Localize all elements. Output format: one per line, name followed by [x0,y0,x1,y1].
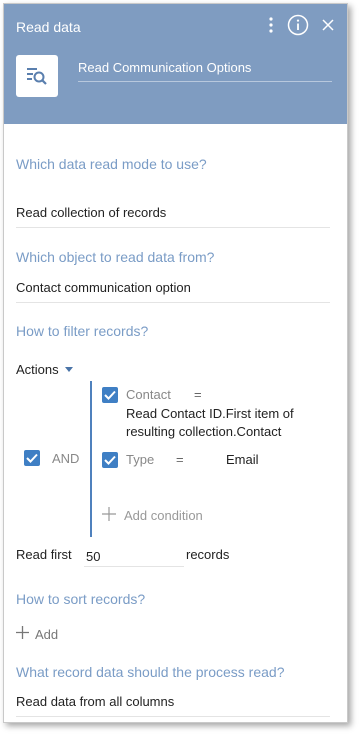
plus-icon [102,507,116,524]
add-sort-label: Add [35,626,59,642]
read-mode-field[interactable]: Read collection of records [16,205,330,228]
read-first-label: Read first [16,547,72,562]
filter-group-line [90,381,92,537]
element-name-field[interactable]: Read Communication Options [78,60,332,82]
columns-question: What record data should the process read… [16,664,285,680]
add-condition-button[interactable]: Add condition [102,507,203,524]
panel-title: Read data [16,19,81,35]
actions-label: Actions [16,362,59,377]
condition-operator[interactable]: = [176,452,184,467]
filter-group-and: AND [24,450,79,466]
group-checkbox[interactable] [24,450,40,466]
caret-down-icon [64,367,73,372]
condition-checkbox[interactable] [102,387,118,403]
columns-field[interactable]: Read data from all columns [16,694,330,717]
process-element-panel: Read data Read Communication Options Whi… [3,3,348,723]
read-data-icon [16,55,58,97]
condition-value[interactable]: Read Contact ID.First item of resulting … [126,405,326,441]
condition-column[interactable]: Contact [126,387,171,402]
records-label: records [186,547,230,562]
close-icon[interactable] [319,16,337,34]
condition-checkbox[interactable] [102,452,118,468]
condition-column[interactable]: Type [126,452,154,467]
group-operator-label[interactable]: AND [52,451,79,466]
sort-question: How to sort records? [16,591,146,607]
header-toolbar [265,14,337,36]
read-mode-question: Which data read mode to use? [16,156,207,172]
plus-icon [16,626,29,642]
read-first-input[interactable] [84,545,184,567]
condition-value[interactable]: Email [226,452,259,467]
filter-question: How to filter records? [16,323,149,339]
add-sort-button[interactable]: Add [16,626,58,642]
menu-dots-icon[interactable] [265,14,277,36]
actions-dropdown[interactable]: Actions [16,362,73,377]
add-condition-label: Add condition [124,508,203,523]
condition-operator[interactable]: = [194,387,202,402]
object-question: Which object to read data from? [16,249,215,265]
object-field[interactable]: Contact communication option [16,280,330,303]
panel-header: Read data Read Communication Options [4,4,347,124]
info-icon[interactable] [287,14,309,36]
